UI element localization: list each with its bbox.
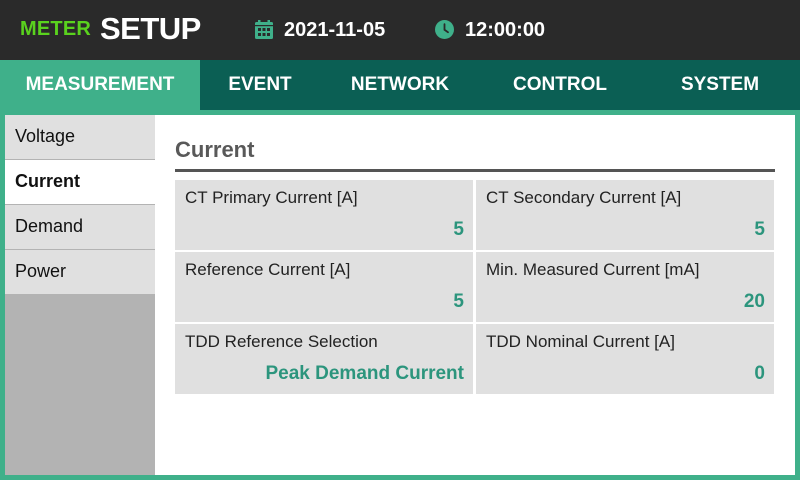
sidebar-item-current[interactable]: Current (5, 160, 155, 204)
field-value: 20 (743, 291, 765, 312)
sidebar-item-voltage[interactable]: Voltage (5, 115, 155, 159)
tab-network[interactable]: NETWORK (320, 60, 480, 110)
page-title: SETUP (100, 11, 201, 46)
clock-icon (435, 20, 454, 39)
field-label: TDD Reference Selection (185, 332, 378, 351)
main-tab-bar: MEASUREMENT EVENT NETWORK CONTROL SYSTEM (0, 60, 800, 110)
app-header: METER SETUP 2021-11-05 12:00:00 (0, 0, 800, 60)
tab-system[interactable]: SYSTEM (640, 60, 800, 110)
field-label: TDD Nominal Current [A] (486, 332, 675, 351)
field-ct-primary-current[interactable]: CT Primary Current [A] 5 (175, 180, 473, 250)
field-value: 5 (754, 219, 765, 240)
field-value: 0 (754, 363, 765, 384)
field-value: 5 (453, 219, 464, 240)
field-value: 5 (453, 291, 464, 312)
field-label: CT Primary Current [A] (185, 188, 358, 207)
field-label: CT Secondary Current [A] (486, 188, 682, 207)
field-ct-secondary-current[interactable]: CT Secondary Current [A] 5 (476, 180, 774, 250)
tab-event[interactable]: EVENT (200, 60, 320, 110)
field-label: Reference Current [A] (185, 260, 351, 279)
date-display: 2021-11-05 (284, 19, 386, 41)
sidebar-item-power[interactable]: Power (5, 250, 155, 294)
field-reference-current[interactable]: Reference Current [A] 5 (175, 252, 473, 322)
field-label: Min. Measured Current [mA] (486, 260, 700, 279)
calendar-icon (255, 20, 273, 39)
field-value: Peak Demand Current (265, 363, 464, 384)
tab-control[interactable]: CONTROL (480, 60, 640, 110)
section-title: Current (175, 137, 255, 162)
field-min-measured-current[interactable]: Min. Measured Current [mA] 20 (476, 252, 774, 322)
field-tdd-reference-selection[interactable]: TDD Reference Selection Peak Demand Curr… (175, 324, 473, 394)
sidebar-item-demand[interactable]: Demand (5, 205, 155, 249)
tab-measurement[interactable]: MEASUREMENT (0, 60, 200, 110)
time-display: 12:00:00 (465, 19, 546, 41)
brand-meter: METER (20, 18, 91, 40)
section-divider (175, 169, 775, 172)
field-tdd-nominal-current[interactable]: TDD Nominal Current [A] 0 (476, 324, 774, 394)
sidebar: Voltage Current Demand Power (5, 115, 155, 475)
